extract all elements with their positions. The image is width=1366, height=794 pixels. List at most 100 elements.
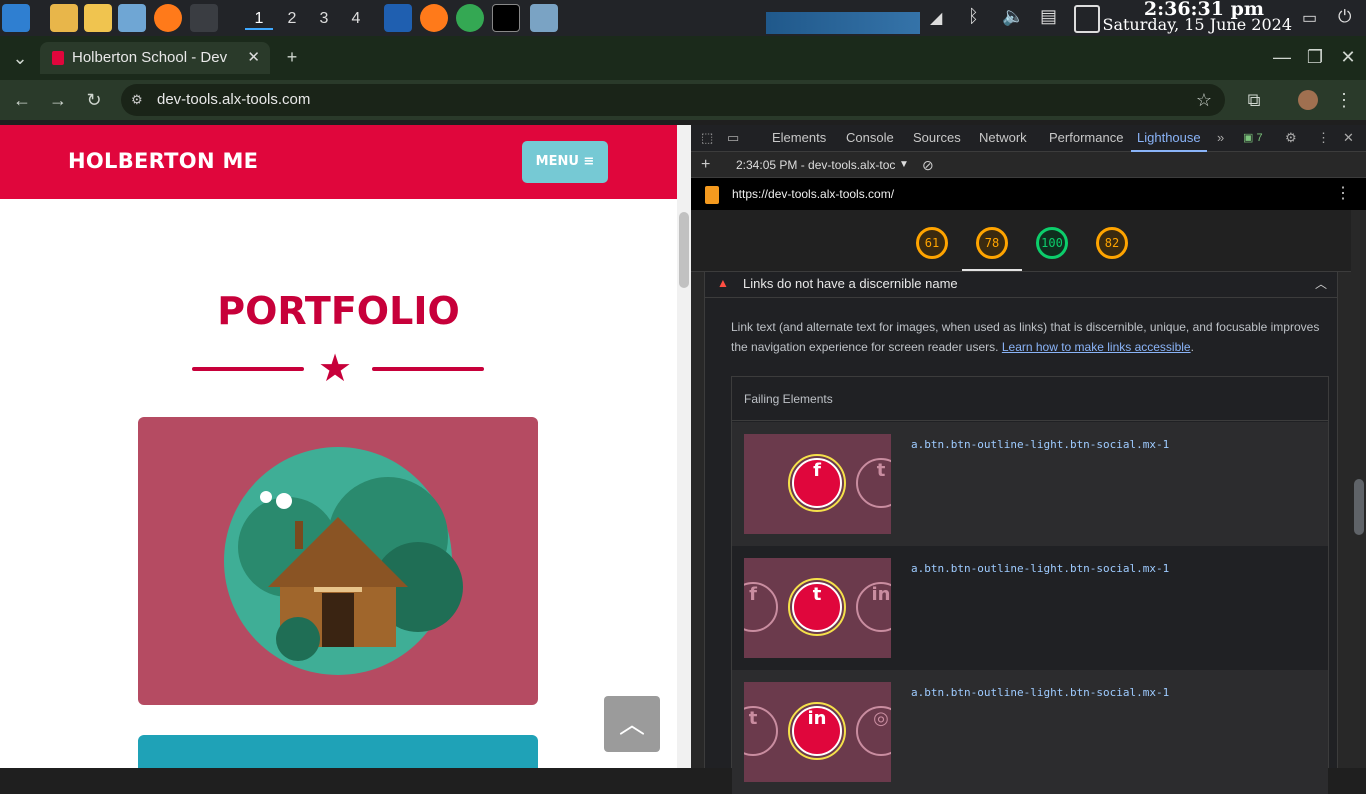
failing-element-row[interactable]: t in ◎ a.btn.btn-outline-light.btn-socia… bbox=[732, 670, 1328, 794]
fail-triangle-icon: ▲ bbox=[717, 276, 729, 290]
firefox-window-icon[interactable] bbox=[420, 4, 448, 32]
report-url[interactable]: https://dev-tools.alx-tools.com/ bbox=[732, 178, 894, 210]
chrome-menu-icon[interactable]: ⋮ bbox=[1332, 88, 1356, 112]
lighthouse-logo-icon bbox=[705, 186, 719, 204]
devtools-menu-icon[interactable]: ⋮ bbox=[1317, 125, 1330, 152]
battery-icon[interactable] bbox=[1074, 5, 1100, 33]
element-screenshot: t in ◎ bbox=[744, 682, 891, 782]
volume-icon[interactable]: 🔈 bbox=[1002, 6, 1024, 27]
notifications-icon[interactable]: ▤ bbox=[1040, 6, 1057, 27]
twitter-icon: t bbox=[788, 578, 846, 636]
extensions-icon[interactable]: ⧉ bbox=[1242, 88, 1266, 112]
cabin-illustration bbox=[224, 447, 463, 675]
file-manager-window-icon[interactable] bbox=[530, 4, 558, 32]
menu-button[interactable]: MENU ≡ bbox=[522, 141, 608, 183]
tab-lighthouse[interactable]: Lighthouse bbox=[1131, 125, 1207, 152]
minimize-icon[interactable]: — bbox=[1270, 45, 1294, 69]
power-icon[interactable]: ⏻ bbox=[1338, 7, 1351, 27]
terminal-icon[interactable] bbox=[190, 4, 218, 32]
active-gauge-underline bbox=[962, 269, 1022, 271]
display-icon[interactable]: ▭ bbox=[1302, 8, 1317, 28]
close-tab-icon[interactable]: ✕ bbox=[247, 42, 260, 74]
failing-elements-header: Failing Elements bbox=[732, 377, 1328, 421]
collapse-chevron-icon[interactable]: ︿ bbox=[1315, 275, 1327, 292]
tab-elements[interactable]: Elements bbox=[772, 125, 826, 152]
files-icon[interactable] bbox=[50, 4, 78, 32]
devtools-tabbar: ⬚ ▭ Elements Console Sources Network Per… bbox=[691, 125, 1366, 152]
report-url-bar: https://dev-tools.alx-tools.com/ ⋮ bbox=[691, 178, 1366, 210]
period: . bbox=[1190, 340, 1194, 354]
gauge-seo[interactable]: 82 bbox=[1096, 227, 1128, 259]
linkedin-icon: in bbox=[788, 702, 846, 760]
tab-console[interactable]: Console bbox=[846, 125, 894, 152]
inspect-element-icon[interactable]: ⬚ bbox=[701, 125, 713, 152]
forward-icon[interactable]: → bbox=[46, 88, 70, 112]
close-devtools-icon[interactable]: ✕ bbox=[1343, 125, 1354, 152]
element-selector[interactable]: a.btn.btn-outline-light.btn-social.mx-1 bbox=[911, 562, 1169, 575]
element-selector[interactable]: a.btn.btn-outline-light.btn-social.mx-1 bbox=[911, 686, 1169, 699]
gauge-accessibility[interactable]: 78 bbox=[976, 227, 1008, 259]
back-icon[interactable]: ← bbox=[10, 88, 34, 112]
scroll-to-top-button[interactable]: ︿ bbox=[604, 696, 660, 752]
report-dropdown-icon[interactable]: ▼ bbox=[899, 152, 909, 178]
tab-performance[interactable]: Performance bbox=[1049, 125, 1123, 152]
profile-avatar[interactable] bbox=[1298, 90, 1318, 110]
new-tab-icon[interactable]: + bbox=[280, 45, 304, 69]
report-selector[interactable]: 2:34:05 PM - dev-tools.alx-toc bbox=[736, 152, 895, 178]
linkedin-icon: in bbox=[856, 582, 891, 632]
tab-network[interactable]: Network bbox=[979, 125, 1027, 152]
audit-description: Link text (and alternate text for images… bbox=[731, 317, 1331, 357]
workspace-4[interactable]: 4 bbox=[342, 8, 370, 30]
workspace-2[interactable]: 2 bbox=[278, 8, 306, 30]
portfolio-item-cabin[interactable] bbox=[138, 417, 538, 705]
bluetooth-icon[interactable]: ᛒ bbox=[968, 6, 979, 27]
report-menu-icon[interactable]: ⋮ bbox=[1335, 178, 1351, 210]
learn-more-link[interactable]: Learn how to make links accessible bbox=[1002, 340, 1191, 354]
maximize-icon[interactable]: ❐ bbox=[1303, 45, 1327, 69]
editor-icon[interactable] bbox=[118, 4, 146, 32]
element-selector[interactable]: a.btn.btn-outline-light.btn-social.mx-1 bbox=[911, 438, 1169, 451]
devtools-scrollbar-thumb[interactable] bbox=[1354, 479, 1364, 535]
clock-date[interactable]: Saturday, 15 June 2024 bbox=[1103, 15, 1293, 34]
kali-menu-icon[interactable] bbox=[2, 4, 30, 32]
browser-tab[interactable]: Holberton School - Dev ✕ bbox=[40, 42, 270, 74]
tab-sources[interactable]: Sources bbox=[913, 125, 961, 152]
bluetooth-app-icon[interactable] bbox=[384, 4, 412, 32]
folder-icon[interactable] bbox=[84, 4, 112, 32]
chrome-window-icon[interactable] bbox=[456, 4, 484, 32]
new-report-icon[interactable]: + bbox=[701, 152, 710, 178]
more-tabs-icon[interactable]: » bbox=[1217, 125, 1224, 152]
page-scrollbar-thumb[interactable] bbox=[679, 212, 689, 288]
reload-icon[interactable]: ↻ bbox=[82, 88, 106, 112]
failing-elements-table: Failing Elements f t a.btn.btn-outline-l… bbox=[731, 376, 1329, 794]
element-screenshot: f t in bbox=[744, 558, 891, 658]
firefox-icon[interactable] bbox=[154, 4, 182, 32]
dribbble-icon: ◎ bbox=[856, 706, 891, 756]
site-info-icon[interactable]: ⚙ bbox=[131, 84, 143, 116]
portfolio-item-2[interactable] bbox=[138, 735, 538, 768]
close-window-icon[interactable]: ✕ bbox=[1336, 45, 1360, 69]
divider-line-left bbox=[192, 367, 304, 371]
gauge-performance[interactable]: 61 bbox=[916, 227, 948, 259]
device-toolbar-icon[interactable]: ▭ bbox=[727, 125, 739, 152]
settings-icon[interactable]: ⚙ bbox=[1285, 125, 1297, 152]
failing-element-row[interactable]: f t in a.btn.btn-outline-light.btn-socia… bbox=[732, 546, 1328, 670]
tab-search-icon[interactable]: ⌄ bbox=[8, 46, 32, 70]
site-brand[interactable]: HOLBERTON ME bbox=[68, 149, 258, 173]
star-icon: ★ bbox=[318, 348, 353, 390]
wifi-icon[interactable]: ◢ bbox=[930, 8, 942, 28]
gauge-best-practices[interactable]: 100 bbox=[1036, 227, 1068, 259]
terminal-window-icon[interactable] bbox=[492, 4, 520, 32]
issues-badge[interactable]: ▣ 7 bbox=[1243, 125, 1263, 152]
web-page: HOLBERTON ME MENU ≡ PORTFOLIO ★ ︿ bbox=[0, 125, 677, 768]
failing-element-row[interactable]: f t a.btn.btn-outline-light.btn-social.m… bbox=[732, 422, 1328, 546]
system-taskbar: 1 2 3 4 ◢ ᛒ 🔈 ▤ 2:36:31 pm Saturday, 15 … bbox=[0, 0, 1366, 36]
workspace-3[interactable]: 3 bbox=[310, 8, 338, 30]
clear-icon[interactable]: ⊘ bbox=[922, 152, 934, 178]
element-screenshot: f t bbox=[744, 434, 891, 534]
workspace-1[interactable]: 1 bbox=[245, 8, 273, 30]
tab-title: Holberton School - Dev bbox=[72, 49, 228, 66]
audit-title[interactable]: Links do not have a discernible name bbox=[743, 276, 958, 291]
bookmark-star-icon[interactable]: ☆ bbox=[1192, 88, 1216, 112]
address-bar[interactable]: ⚙ dev-tools.alx-tools.com bbox=[121, 84, 1225, 116]
